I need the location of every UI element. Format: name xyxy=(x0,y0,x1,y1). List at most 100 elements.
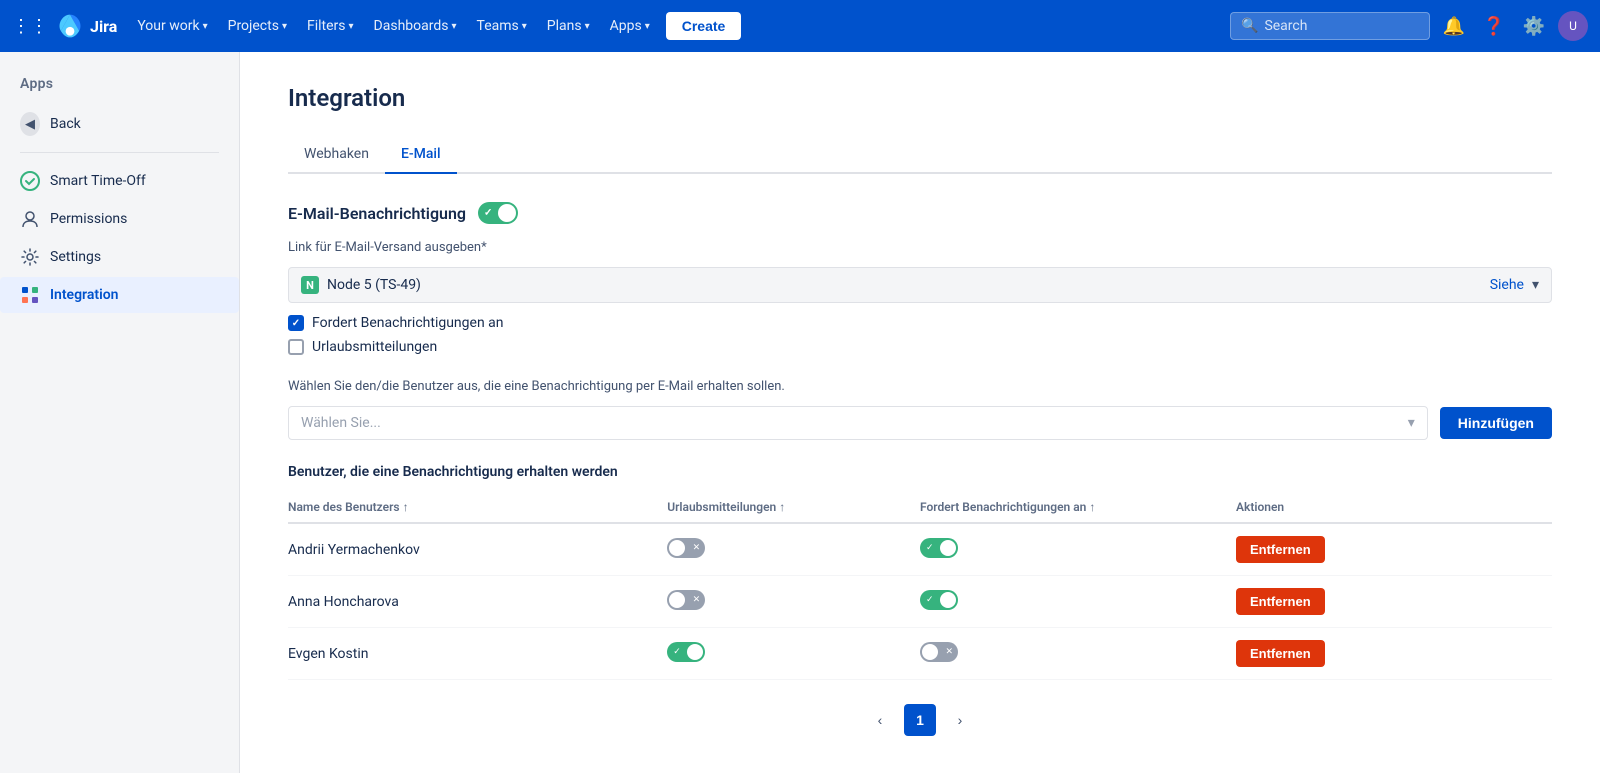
sidebar-item-label-permissions: Permissions xyxy=(50,211,127,227)
permissions-icon xyxy=(20,209,40,229)
action-cell: Entfernen xyxy=(1236,523,1552,576)
nav-projects[interactable]: Projects ▾ xyxy=(220,12,295,40)
user-select-label: Wählen Sie den/die Benutzer aus, die ein… xyxy=(288,379,1552,394)
nav-dashboards[interactable]: Dashboards ▾ xyxy=(366,12,465,40)
toggle-knob xyxy=(498,204,516,222)
nav-plans[interactable]: Plans ▾ xyxy=(539,12,598,40)
urlaub-toggle-1[interactable]: ✕ xyxy=(667,590,705,610)
check-icon: ✓ xyxy=(292,318,300,329)
toggle-knob xyxy=(922,644,938,660)
sidebar-item-permissions[interactable]: Permissions xyxy=(0,201,239,237)
user-name: Andrii Yermachenkov xyxy=(288,523,667,576)
user-table: Name des Benutzers ↑ Urlaubsmitteilungen… xyxy=(288,492,1552,680)
search-box[interactable]: 🔍 Search xyxy=(1230,12,1430,40)
checkbox-fordert[interactable]: ✓ xyxy=(288,315,304,331)
nav-your-work[interactable]: Your work ▾ xyxy=(129,12,215,40)
toggle-knob xyxy=(669,540,685,556)
table-body: Andrii Yermachenkov✕✓EntfernenAnna Honch… xyxy=(288,523,1552,680)
th-actions: Aktionen xyxy=(1236,492,1552,523)
fordert-toggle-2[interactable]: ✕ xyxy=(920,642,958,662)
remove-button[interactable]: Entfernen xyxy=(1236,588,1325,615)
fordert-toggle-1[interactable]: ✓ xyxy=(920,590,958,610)
urlaub-toggle-2[interactable]: ✓ xyxy=(667,642,705,662)
table-row: Andrii Yermachenkov ✕ ✓ Entfernen xyxy=(288,523,1552,576)
fordert-toggle-cell: ✕ xyxy=(920,628,1236,680)
th-fordert[interactable]: Fordert Benachrichtigungen an ↑ xyxy=(920,492,1236,523)
toggle-knob xyxy=(940,540,956,556)
sidebar-item-settings[interactable]: Settings xyxy=(0,239,239,275)
urlaub-toggle-cell: ✕ xyxy=(667,523,920,576)
brand-logo[interactable]: Jira xyxy=(56,12,117,40)
toggle-knob xyxy=(669,592,685,608)
checkbox-label-fordert: Fordert Benachrichtigungen an xyxy=(312,315,504,331)
layout: Apps ◀ Back Smart Time-Off xyxy=(0,52,1600,773)
link-label: Link für E-Mail-Versand ausgeben* xyxy=(288,240,1552,255)
settings-icon[interactable]: ⚙️ xyxy=(1518,10,1550,42)
node-link[interactable]: Siehe xyxy=(1490,277,1524,293)
remove-button[interactable]: Entfernen xyxy=(1236,536,1325,563)
search-input[interactable]: Search xyxy=(1264,18,1307,34)
prev-page-button[interactable]: ‹ xyxy=(864,704,896,736)
chevron-down-icon: ▾ xyxy=(645,21,650,32)
page-1-button[interactable]: 1 xyxy=(904,704,936,736)
cross-icon: ✕ xyxy=(693,543,701,553)
create-button[interactable]: Create xyxy=(666,12,742,40)
remove-button[interactable]: Entfernen xyxy=(1236,640,1325,667)
tab-webhaken[interactable]: Webhaken xyxy=(288,136,385,174)
sidebar-item-label-back: Back xyxy=(50,116,81,132)
sidebar-divider xyxy=(20,152,219,153)
check-icon: ✓ xyxy=(926,543,934,553)
top-navigation: ⋮⋮ Jira Your work ▾ Projects ▾ Filters ▾… xyxy=(0,0,1600,52)
grid-icon[interactable]: ⋮⋮ xyxy=(12,16,48,37)
sidebar-item-smart-time-off[interactable]: Smart Time-Off xyxy=(0,163,239,199)
nav-apps[interactable]: Apps ▾ xyxy=(602,12,658,40)
urlaub-toggle-0[interactable]: ✕ xyxy=(667,538,705,558)
nav-teams[interactable]: Teams ▾ xyxy=(469,12,535,40)
th-name[interactable]: Name des Benutzers ↑ xyxy=(288,492,667,523)
notifications-icon[interactable]: 🔔 xyxy=(1438,10,1470,42)
integration-icon xyxy=(20,285,40,305)
chevron-down-icon: ▾ xyxy=(282,21,287,32)
sidebar-item-label-smart: Smart Time-Off xyxy=(50,173,146,189)
sidebar-item-integration[interactable]: Integration xyxy=(0,277,239,313)
help-icon[interactable]: ❓ xyxy=(1478,10,1510,42)
tab-email[interactable]: E-Mail xyxy=(385,136,457,174)
node-dropdown[interactable]: N Node 5 (TS-49) Siehe ▾ xyxy=(288,267,1552,303)
search-icon: 🔍 xyxy=(1241,18,1258,34)
checkbox-row-1: ✓ Fordert Benachrichtigungen an xyxy=(288,315,1552,331)
urlaub-toggle-cell: ✕ xyxy=(667,576,920,628)
sidebar-item-label-integration: Integration xyxy=(50,287,118,303)
fordert-toggle-cell: ✓ xyxy=(920,576,1236,628)
user-name: Evgen Kostin xyxy=(288,628,667,680)
sidebar: Apps ◀ Back Smart Time-Off xyxy=(0,52,240,773)
chevron-down-icon: ▾ xyxy=(585,21,590,32)
checkbox-row-2: Urlaubsmitteilungen xyxy=(288,339,1552,355)
checkbox-urlaub[interactable] xyxy=(288,339,304,355)
table-section-title: Benutzer, die eine Benachrichtigung erha… xyxy=(288,464,1552,480)
fordert-toggle-cell: ✓ xyxy=(920,523,1236,576)
user-select-row: Wählen Sie... ▾ Hinzufügen xyxy=(288,406,1552,440)
check-icon: ✓ xyxy=(673,647,681,657)
user-select-dropdown[interactable]: Wählen Sie... ▾ xyxy=(288,406,1428,440)
cross-icon: ✕ xyxy=(945,647,953,657)
node-icon: N xyxy=(301,276,319,294)
next-page-button[interactable]: › xyxy=(944,704,976,736)
fordert-toggle-0[interactable]: ✓ xyxy=(920,538,958,558)
th-urlaub[interactable]: Urlaubsmitteilungen ↑ xyxy=(667,492,920,523)
table-row: Anna Honcharova✕✓Entfernen xyxy=(288,576,1552,628)
user-select-placeholder: Wählen Sie... xyxy=(301,415,381,431)
nav-filters[interactable]: Filters ▾ xyxy=(299,12,362,40)
avatar[interactable]: U xyxy=(1558,11,1588,41)
chevron-down-icon: ▾ xyxy=(1532,277,1539,293)
add-button[interactable]: Hinzufügen xyxy=(1440,407,1552,439)
chevron-down-icon: ▾ xyxy=(1408,415,1415,431)
chevron-down-icon: ▾ xyxy=(349,21,354,32)
pagination: ‹ 1 › xyxy=(288,704,1552,736)
sidebar-item-back[interactable]: ◀ Back xyxy=(0,106,239,142)
checkbox-label-urlaub: Urlaubsmitteilungen xyxy=(312,339,437,355)
action-cell: Entfernen xyxy=(1236,628,1552,680)
email-toggle[interactable]: ✓ xyxy=(478,202,518,224)
chevron-down-icon: ▾ xyxy=(203,21,208,32)
toggle-check-icon: ✓ xyxy=(484,208,492,219)
action-cell: Entfernen xyxy=(1236,576,1552,628)
